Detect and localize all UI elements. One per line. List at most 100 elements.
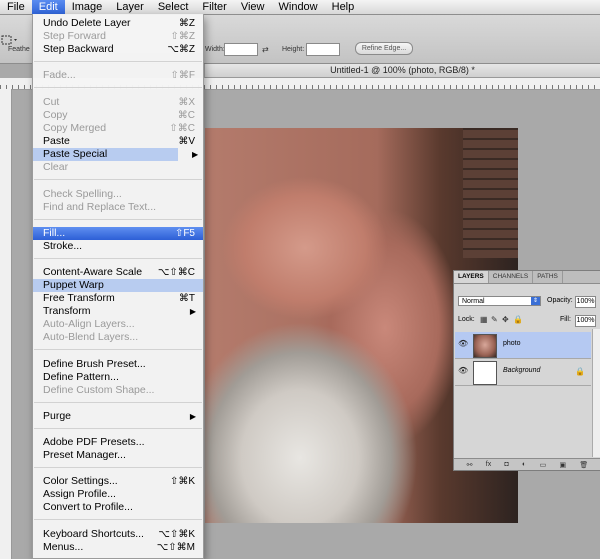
menu-filter[interactable]: Filter [195, 0, 233, 14]
menu-item-paste[interactable]: Paste ⌘V [33, 135, 203, 148]
menu-item-transform[interactable]: Transform ▶ [33, 305, 203, 318]
menu-item-label: Define Pattern... [43, 371, 119, 383]
menu-view[interactable]: View [234, 0, 272, 14]
shortcut: ⌘T [178, 293, 195, 304]
vertical-ruler[interactable] [0, 89, 12, 559]
menu-item-cut[interactable]: Cut ⌘X [33, 96, 203, 109]
eye-icon[interactable]: 👁 [458, 339, 468, 349]
menu-item-label: Auto-Align Layers... [43, 318, 135, 330]
shortcut: ⌘Z [178, 18, 195, 29]
menu-item-purge[interactable]: Purge ▶ [33, 410, 203, 423]
opacity-input[interactable]: 100% [575, 296, 596, 308]
menu-item-undo[interactable]: Undo Delete Layer ⌘Z [33, 17, 203, 30]
tool-preset-picker[interactable] [0, 33, 20, 47]
adjustment-icon[interactable]: ◐ [522, 461, 526, 468]
layer-name: photo [503, 340, 521, 347]
trash-icon[interactable]: 🗑 [579, 461, 588, 469]
eye-icon[interactable]: 👁 [458, 366, 468, 376]
fx-icon[interactable]: fx [486, 461, 491, 468]
mask-icon[interactable]: ◘ [505, 461, 509, 468]
layer-thumbnail [473, 361, 497, 385]
tab-channels[interactable]: CHANNELS [489, 271, 534, 283]
lock-pixels-icon[interactable]: ✎ [491, 315, 498, 325]
menu-item-copy[interactable]: Copy ⌘C [33, 109, 203, 122]
menu-item-free-transform[interactable]: Free Transform ⌘T [33, 292, 203, 305]
layers-scrollbar[interactable] [592, 329, 600, 457]
menu-item-content-aware-scale[interactable]: Content-Aware Scale ⌥⇧⌘C [33, 266, 203, 279]
shortcut: ⌥⌘Z [167, 44, 195, 55]
folder-icon[interactable]: ▭ [540, 461, 547, 469]
menu-help[interactable]: Help [325, 0, 362, 14]
menu-item-keyboard-shortcuts[interactable]: Keyboard Shortcuts... ⌥⇧⌘K [33, 528, 203, 541]
menu-window[interactable]: Window [272, 0, 325, 14]
new-layer-icon[interactable]: ▣ [559, 461, 566, 469]
menu-item-label: Clear [43, 161, 69, 173]
blend-mode-select[interactable]: Normal ⇕ [458, 296, 541, 306]
menu-item-define-brush[interactable]: Define Brush Preset... [33, 358, 203, 371]
menu-item-pdf-presets[interactable]: Adobe PDF Presets... [33, 436, 203, 449]
menu-item-puppet-warp[interactable]: Puppet Warp [33, 279, 203, 292]
menu-item-define-pattern[interactable]: Define Pattern... [33, 371, 203, 384]
menu-item-label: Color Settings... [43, 475, 118, 487]
feather-label: Feathe [8, 46, 30, 53]
tab-layers[interactable]: LAYERS [454, 271, 489, 283]
document-title[interactable]: Untitled-1 @ 100% (photo, RGB/8) * [205, 64, 600, 78]
menu-item-label: Auto-Blend Layers... [43, 331, 139, 343]
menu-item-step-backward[interactable]: Step Backward ⌥⌘Z [33, 43, 203, 56]
width-input[interactable] [224, 43, 258, 56]
menu-image[interactable]: Image [65, 0, 110, 14]
photo-background-wall [463, 128, 518, 258]
menu-item-label: Undo Delete Layer [43, 17, 131, 29]
lock-transparent-icon[interactable]: ▦ [480, 315, 488, 325]
menu-item-check-spelling[interactable]: Check Spelling... [33, 188, 203, 201]
layers-panel: LAYERS CHANNELS PATHS Normal ⇕ Opacity: … [453, 270, 600, 471]
layer-row-background[interactable]: 👁 Background 🔒 [455, 359, 591, 386]
menu-edit[interactable]: Edit [31, 0, 65, 14]
menu-item-label: Define Custom Shape... [43, 384, 155, 396]
menu-item-preset-manager[interactable]: Preset Manager... [33, 449, 203, 462]
menu-layer[interactable]: Layer [109, 0, 151, 14]
menu-separator [34, 467, 202, 468]
menu-item-step-forward[interactable]: Step Forward ⇧⌘Z [33, 30, 203, 43]
shortcut: ⌘X [178, 97, 195, 108]
lock-label: Lock: [458, 316, 475, 323]
shortcut: ⌘C [177, 110, 195, 121]
fill-input[interactable]: 100% [575, 315, 596, 327]
menu-select[interactable]: Select [151, 0, 196, 14]
menu-item-stroke[interactable]: Stroke... [33, 240, 203, 253]
marquee-tool-icon [1, 35, 17, 45]
layer-row-photo[interactable]: 👁 photo [455, 332, 591, 359]
shortcut: ⌘V [178, 136, 195, 147]
menu-item-auto-blend[interactable]: Auto-Blend Layers... [33, 331, 203, 344]
menu-item-label: Purge [43, 410, 72, 422]
menu-item-find-replace[interactable]: Find and Replace Text... [33, 201, 203, 214]
menu-item-define-custom-shape[interactable]: Define Custom Shape... [33, 384, 203, 397]
menu-item-fade[interactable]: Fade... ⇧⌘F [33, 69, 203, 82]
menu-item-label: Check Spelling... [43, 188, 122, 200]
width-label: Width: [205, 46, 225, 53]
chevron-right-icon: ▶ [189, 412, 196, 421]
lock-all-icon[interactable]: 🔒 [513, 315, 523, 325]
height-input[interactable] [306, 43, 340, 56]
menu-item-convert-profile[interactable]: Convert to Profile... [33, 501, 203, 514]
refine-edge-button[interactable]: Refine Edge... [355, 42, 413, 55]
edit-menu-dropdown: Undo Delete Layer ⌘Z Step Forward ⇧⌘Z Step… [32, 14, 204, 559]
blend-row: Normal ⇕ Opacity: 100% [458, 296, 599, 308]
menu-item-clear[interactable]: Clear [33, 161, 203, 174]
menu-file[interactable]: File [0, 0, 32, 14]
menu-item-color-settings[interactable]: Color Settings... ⇧⌘K [33, 475, 203, 488]
menu-item-paste-special[interactable]: Paste Special [33, 148, 178, 161]
menu-item-auto-align[interactable]: Auto-Align Layers... [33, 318, 203, 331]
lock-position-icon[interactable]: ✥ [502, 315, 509, 325]
menu-item-label: Step Forward [43, 30, 107, 42]
opacity-label: Opacity: [547, 297, 573, 304]
menu-item-menus[interactable]: Menus... ⌥⇧⌘M [33, 541, 203, 554]
tab-paths[interactable]: PATHS [533, 271, 563, 283]
swap-icon[interactable]: ⇄ [262, 45, 269, 54]
link-layers-icon[interactable]: ⚯ [467, 461, 473, 469]
menu-item-fill[interactable]: Fill... ⇧F5 [33, 227, 203, 240]
layer-thumbnail [473, 334, 497, 358]
menu-item-assign-profile[interactable]: Assign Profile... [33, 488, 203, 501]
menu-item-copy-merged[interactable]: Copy Merged ⇧⌘C [33, 122, 203, 135]
menu-separator [34, 87, 202, 88]
